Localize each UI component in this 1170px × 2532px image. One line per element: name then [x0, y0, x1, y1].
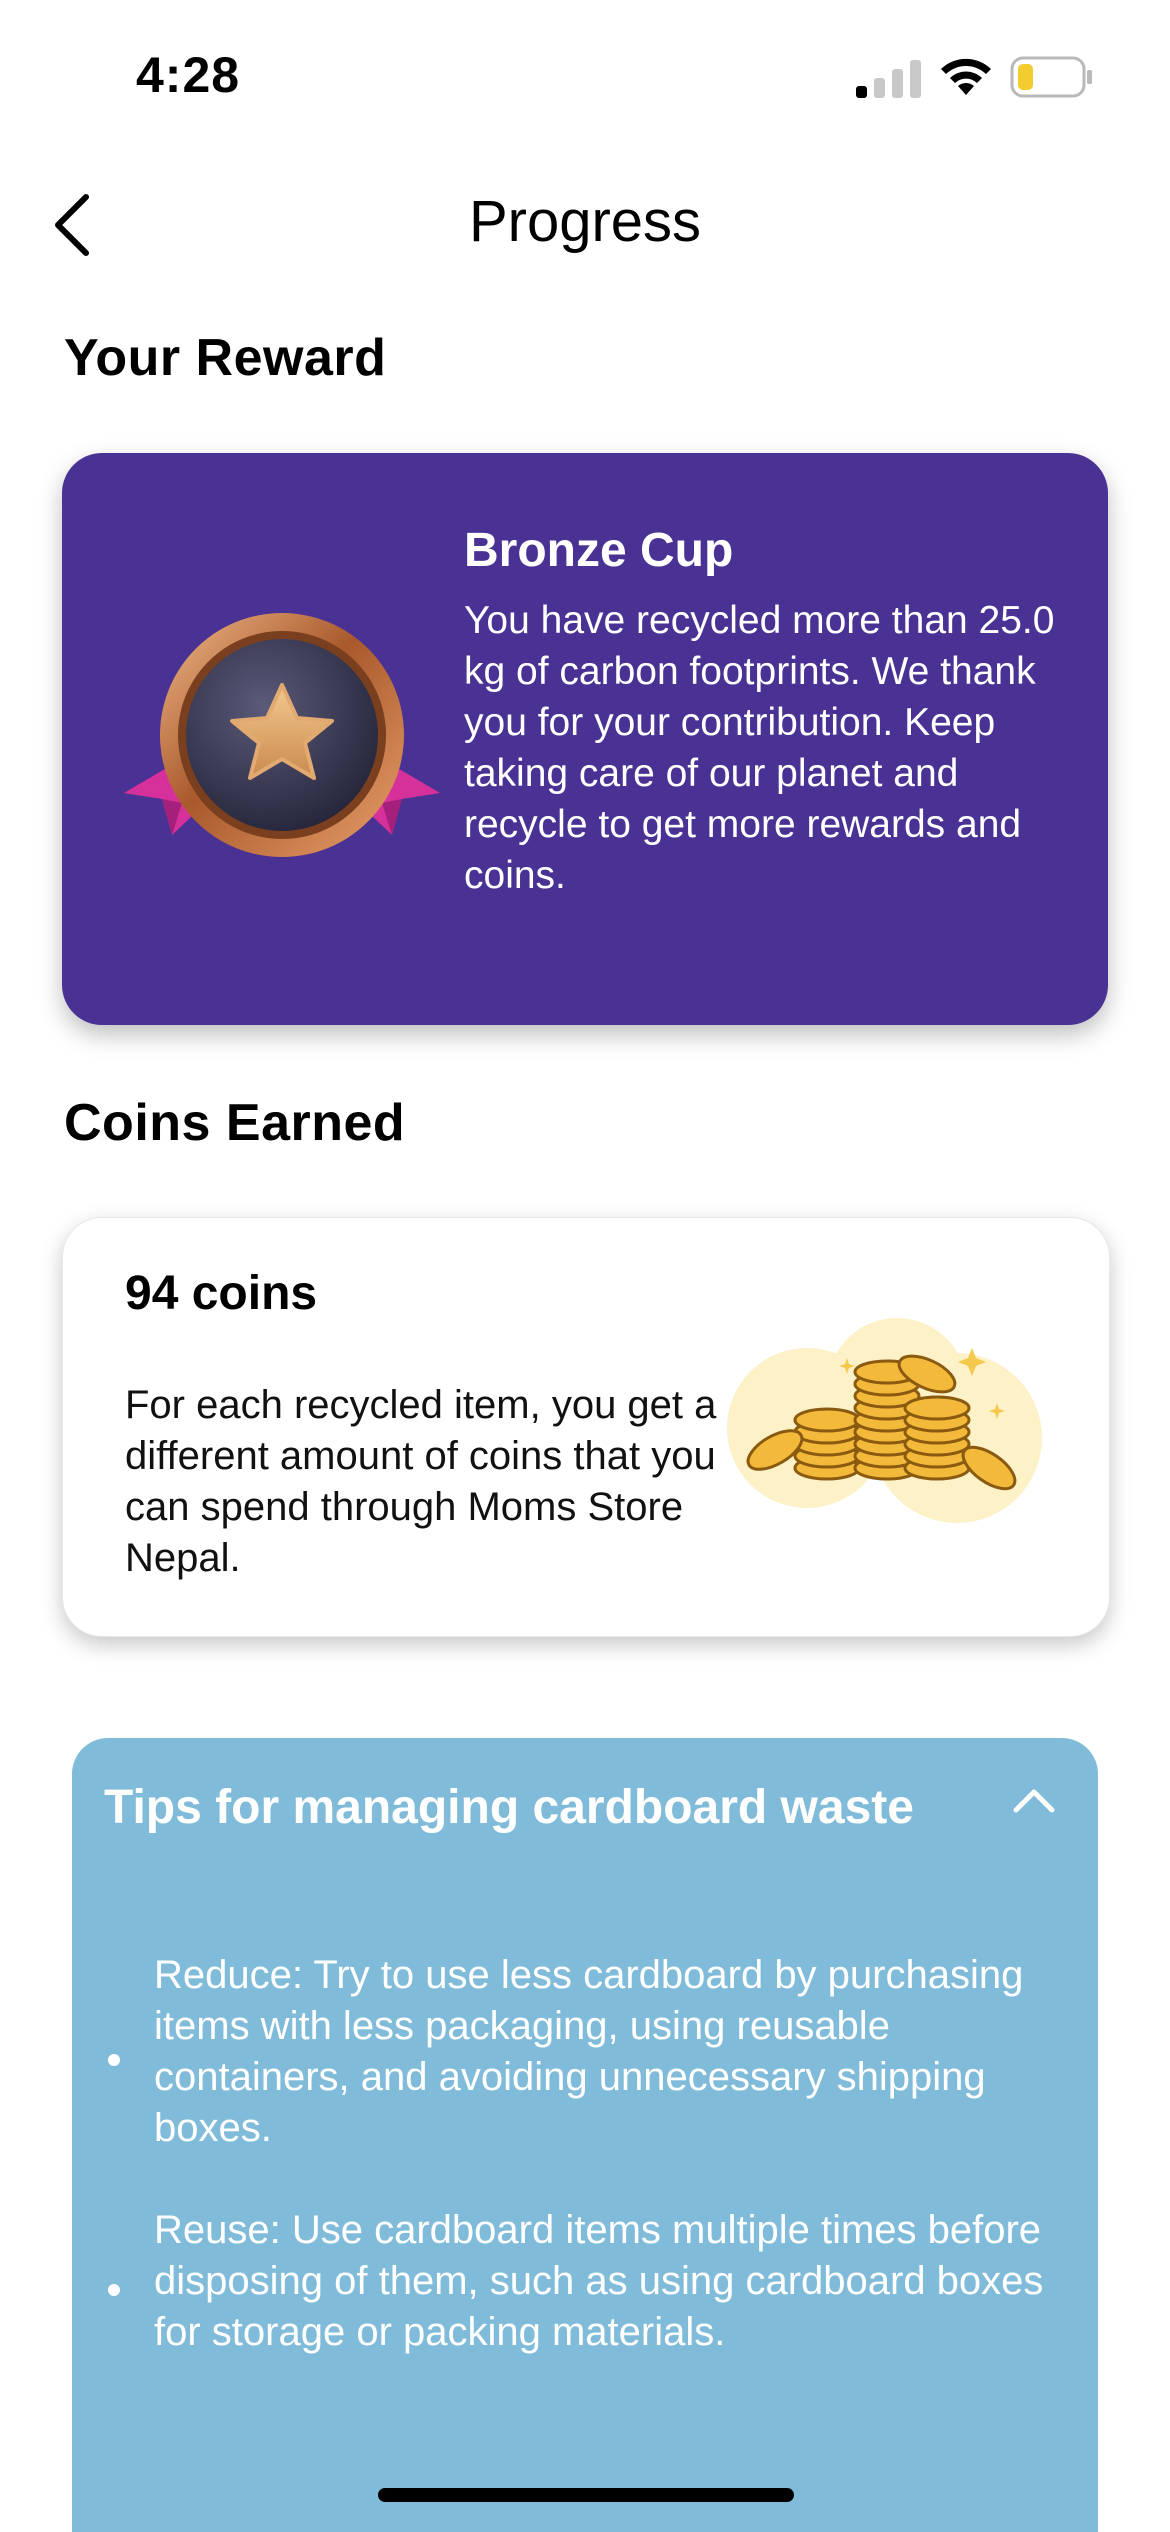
tips-list: Reduce: Try to use less cardboard by pur… — [72, 1950, 1098, 2409]
coins-count: 94 coins — [125, 1267, 318, 1320]
list-item: Reuse: Use cardboard items multiple time… — [72, 2205, 1098, 2358]
bronze-medal-icon — [122, 603, 442, 878]
progress-screen: 4:28 Progress Your Reward Bronze Cup You… — [0, 0, 1170, 2532]
list-item: Reduce: Try to use less cardboard by pur… — [72, 1950, 1098, 2154]
bullet-icon — [108, 2054, 120, 2066]
tip-text: Reuse: Use cardboard items multiple time… — [154, 2208, 1044, 2354]
coins-section-title: Coins Earned — [64, 1094, 406, 1152]
cellular-signal-icon — [856, 58, 924, 103]
coins-description: For each recycled item, you get a differ… — [125, 1383, 717, 1580]
status-time: 4:28 — [136, 47, 241, 103]
reward-section-title: Your Reward — [64, 329, 387, 387]
battery-icon — [1010, 56, 1094, 103]
page-title: Progress — [468, 189, 702, 254]
coins-card: 94 coins For each recycled item, you get… — [62, 1217, 1110, 1637]
home-indicator[interactable] — [378, 2488, 794, 2502]
reward-description: You have recycled more than 25.0 kg of c… — [464, 599, 1055, 897]
reward-card: Bronze Cup You have recycled more than 2… — [62, 453, 1108, 1025]
bullet-icon — [108, 2283, 120, 2296]
chevron-up-icon[interactable] — [1012, 1784, 1056, 1819]
reward-title: Bronze Cup — [464, 524, 734, 577]
wifi-icon — [938, 55, 994, 102]
coin-stack-icon — [727, 1318, 1047, 1533]
tip-text: Reduce: Try to use less cardboard by pur… — [154, 1953, 1024, 2150]
tips-panel: Tips for managing cardboard waste Reduce… — [72, 1738, 1098, 2532]
tips-title[interactable]: Tips for managing cardboard waste — [104, 1778, 924, 1838]
